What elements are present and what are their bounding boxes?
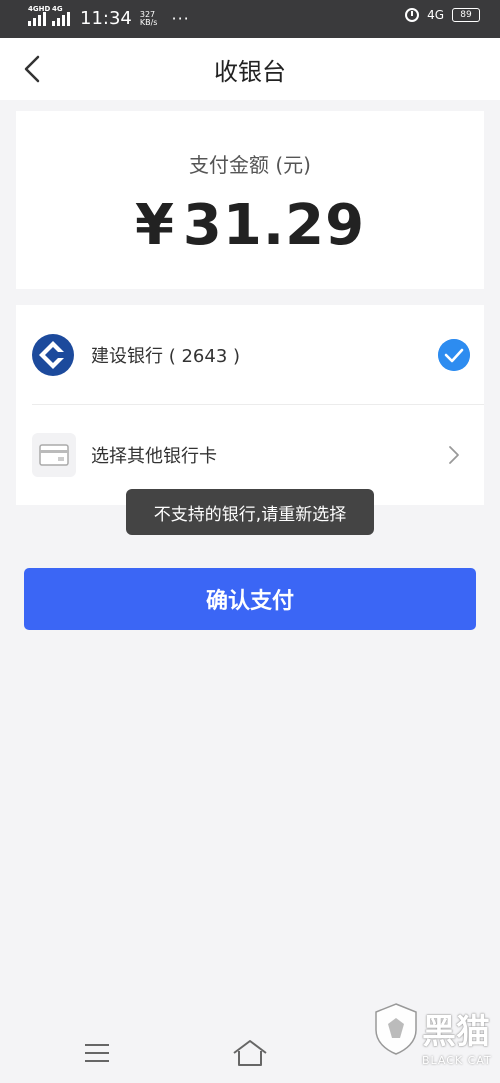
amount-number: 31.29 bbox=[182, 193, 366, 258]
payment-method-ccb[interactable]: 建设银行 ( 2643 ) bbox=[16, 305, 484, 405]
card-icon-wrap bbox=[32, 433, 76, 477]
status-bar: 4GHD 4G 11:34 327 KB/s ··· 4G 89 bbox=[0, 0, 500, 38]
more-notifications-icon: ··· bbox=[171, 9, 190, 28]
page-title: 收银台 bbox=[214, 58, 286, 86]
amount-card: 支付金额 (元) ¥31.29 bbox=[16, 111, 484, 289]
status-time: 11:34 bbox=[80, 8, 132, 29]
signal-icon-2: 4G bbox=[52, 5, 70, 26]
ccb-bank-logo-icon bbox=[32, 334, 74, 376]
network-type-1: 4GHD bbox=[28, 4, 51, 13]
bank-card-icon bbox=[39, 444, 69, 466]
watermark-subtext: BLACK CAT bbox=[422, 1054, 492, 1067]
shield-icon bbox=[375, 1003, 417, 1055]
toast-message: 不支持的银行,请重新选择 bbox=[126, 489, 374, 535]
payment-method-label: 建设银行 ( 2643 ) bbox=[91, 346, 241, 367]
menu-icon[interactable] bbox=[84, 1043, 110, 1063]
blackcat-watermark: 黑猫 BLACK CAT bbox=[370, 1000, 500, 1083]
battery-level: 89 bbox=[460, 10, 472, 20]
watermark-text: 黑猫 bbox=[422, 1012, 490, 1052]
check-circle-icon bbox=[438, 339, 470, 371]
battery-icon: 89 bbox=[452, 8, 480, 22]
signal-icon: 4GHD bbox=[28, 5, 50, 26]
amount-label: 支付金额 (元) bbox=[189, 153, 311, 177]
network-type-2: 4G bbox=[52, 4, 63, 13]
payment-method-label: 选择其他银行卡 bbox=[91, 446, 217, 467]
amount-value: ¥31.29 bbox=[16, 193, 484, 258]
chevron-right-icon bbox=[449, 446, 459, 464]
payment-methods: 建设银行 ( 2643 ) 选择其他银行卡 bbox=[16, 305, 484, 505]
confirm-pay-button[interactable]: 确认支付 bbox=[24, 568, 476, 630]
home-icon[interactable] bbox=[232, 1039, 268, 1067]
nav-bar: 收银台 bbox=[0, 38, 500, 100]
status-right: 4G 89 bbox=[405, 8, 480, 22]
alarm-icon bbox=[405, 8, 420, 22]
network-speed: 327 KB/s bbox=[139, 10, 158, 27]
speed-unit: KB/s bbox=[139, 17, 158, 27]
currency-symbol: ¥ bbox=[134, 193, 175, 258]
status-left: 4GHD 4G 11:34 327 KB/s ··· bbox=[28, 5, 190, 29]
network-type-right: 4G bbox=[427, 8, 444, 22]
